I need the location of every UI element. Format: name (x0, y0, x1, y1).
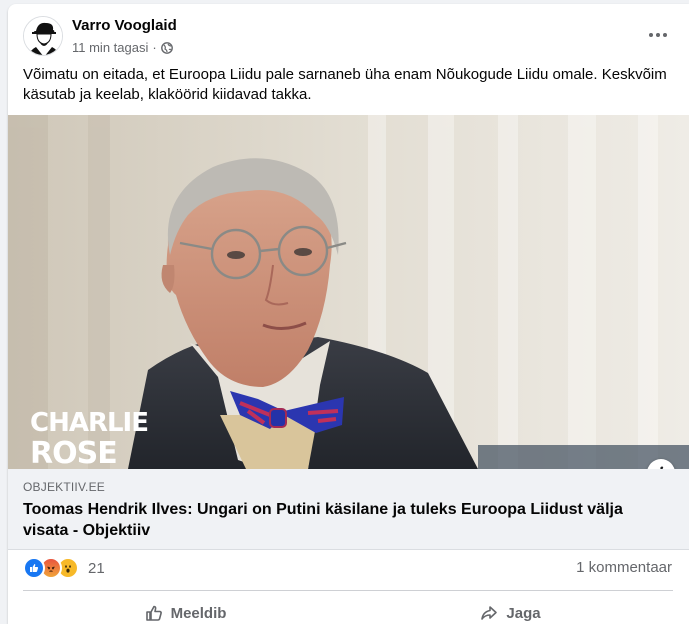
avatar[interactable] (23, 16, 63, 56)
globe-icon (160, 41, 173, 54)
post-header: Varro Vooglaid 11 min tagasi · (23, 16, 673, 56)
author-name[interactable]: Varro Vooglaid (72, 17, 177, 34)
wow-face-glyph (65, 565, 71, 573)
watermark-line-1: CHARLIE (30, 408, 148, 438)
meta-separator: · (152, 40, 157, 55)
thumbs-up-icon (145, 605, 162, 621)
reaction-count[interactable]: 21 (88, 560, 105, 577)
post-meta: 11 min tagasi · (72, 40, 173, 55)
avatar-portrait-icon (24, 17, 62, 55)
divider (23, 590, 673, 591)
like-icon (23, 557, 45, 579)
comment-count[interactable]: 1 kommentaar (576, 559, 672, 576)
link-preview[interactable]: OBJEKTIIV.EE Toomas Hendrik Ilves: Ungar… (8, 469, 689, 550)
thumbs-up-glyph (30, 564, 39, 572)
reactions-summary[interactable]: 21 (23, 557, 105, 579)
post-card: Varro Vooglaid 11 min tagasi · Võimatu o… (8, 4, 689, 624)
more-options-button[interactable] (643, 22, 673, 48)
link-preview-image[interactable]: CHARLIE ROSE i (8, 115, 689, 469)
like-label: Meeldib (170, 604, 227, 622)
post-time[interactable]: 11 min tagasi (72, 40, 148, 55)
man-portrait-image: CHARLIE ROSE (8, 115, 689, 469)
more-dots-icon (649, 33, 667, 37)
link-domain: OBJEKTIIV.EE (23, 480, 105, 494)
watermark-line-2: ROSE (30, 436, 117, 469)
post-text: Võimatu on eitada, et Euroopa Liidu pale… (23, 66, 667, 103)
link-title[interactable]: Toomas Hendrik Ilves: Ungari on Putini k… (23, 499, 643, 541)
angry-face-glyph (47, 566, 55, 572)
share-arrow-icon (481, 606, 498, 620)
share-label: Jaga (506, 604, 541, 622)
